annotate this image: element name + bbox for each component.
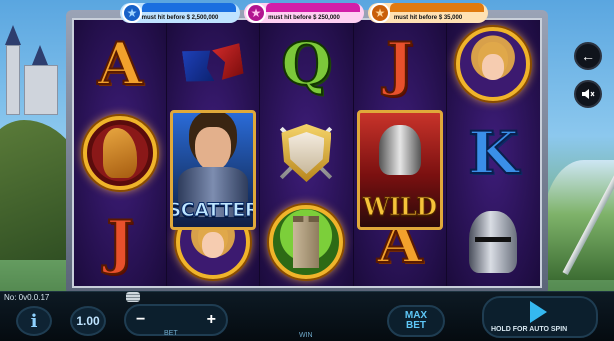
jackpot-bar: ★ must hit before $ 2,500,000 ★ must hit… [120, 3, 488, 23]
info-button[interactable]: i [16, 306, 52, 336]
symbol-j: J [385, 30, 414, 99]
info-icon: i [30, 310, 38, 332]
bet-increase-button[interactable]: + [207, 311, 216, 329]
jackpot-orange: ★ must hit before $ 35,000 [368, 3, 488, 23]
bet-label: BET [164, 330, 178, 337]
back-button[interactable]: ← [574, 42, 602, 70]
wild-label: WILD [362, 192, 437, 222]
symbol-k: K [467, 119, 519, 187]
symbol-j: J [105, 207, 134, 276]
wild-symbol: WILD [356, 110, 443, 230]
win-label: WIN [299, 332, 313, 339]
coins-icon [126, 292, 140, 302]
symbol-cell [447, 20, 540, 109]
jackpot-pink: ★ must hit before $ 250,000 [244, 3, 364, 23]
lady-medallion-icon [456, 27, 531, 102]
reel-5: K [446, 20, 540, 286]
reel-2: SCATTER [167, 20, 261, 286]
coin-value: 1.00 [76, 314, 100, 328]
jackpot-orange-text: must hit before $ 35,000 [393, 15, 463, 21]
max-bet-label: MAX BET [404, 309, 428, 331]
knight-portrait [195, 127, 232, 171]
auto-spin-hint: HOLD FOR AUTO SPIN [491, 326, 568, 333]
max-bet-button[interactable]: MAX BET [387, 305, 445, 337]
castle-illustration [2, 25, 64, 125]
symbol-cell [447, 197, 540, 286]
symbol-cell: Q [260, 20, 352, 109]
horse-medallion-icon [83, 116, 158, 190]
scatter-label: SCATTER [170, 199, 257, 222]
symbol-a: A [97, 30, 144, 99]
arrow-left-icon: ← [581, 48, 595, 64]
speaker-muted-icon [582, 89, 595, 99]
spin-button[interactable] [522, 298, 554, 326]
flags-icon [182, 43, 244, 85]
reel-4: J A WILD [353, 20, 447, 286]
symbol-cell: J [74, 197, 166, 286]
symbol-cell [167, 20, 259, 109]
coin-value-button[interactable]: 1.00 [70, 306, 106, 336]
helmet-icon [469, 210, 518, 273]
symbol-cell [260, 109, 352, 198]
version-text: No: 0v0.0.17 [4, 293, 50, 302]
reels-grid: A J SCATTER Q J A WILD K [72, 18, 542, 288]
symbol-cell [260, 197, 352, 286]
symbol-cell [74, 109, 166, 198]
symbol-cell: K [447, 109, 540, 198]
bet-decrease-button[interactable]: − [136, 311, 145, 329]
star-icon: ★ [370, 3, 390, 23]
tower-medallion-icon [269, 204, 344, 279]
reel-3: Q [260, 20, 354, 286]
symbol-q: Q [280, 30, 333, 99]
star-icon: ★ [122, 3, 142, 23]
play-icon [529, 301, 547, 323]
symbol-cell: J [354, 20, 446, 109]
reel-1: A J [74, 20, 168, 286]
jackpot-pink-text: must hit before $ 250,000 [268, 15, 340, 21]
symbol-cell: A [74, 20, 166, 109]
right-hill [544, 160, 614, 280]
jackpot-blue: ★ must hit before $ 2,500,000 [120, 3, 240, 23]
scatter-symbol: SCATTER [170, 110, 257, 230]
sound-toggle-button[interactable] [574, 80, 602, 108]
jackpot-blue-text: must hit before $ 2,500,000 [141, 15, 219, 21]
star-icon: ★ [246, 3, 266, 23]
armored-knight-portrait [378, 125, 421, 175]
